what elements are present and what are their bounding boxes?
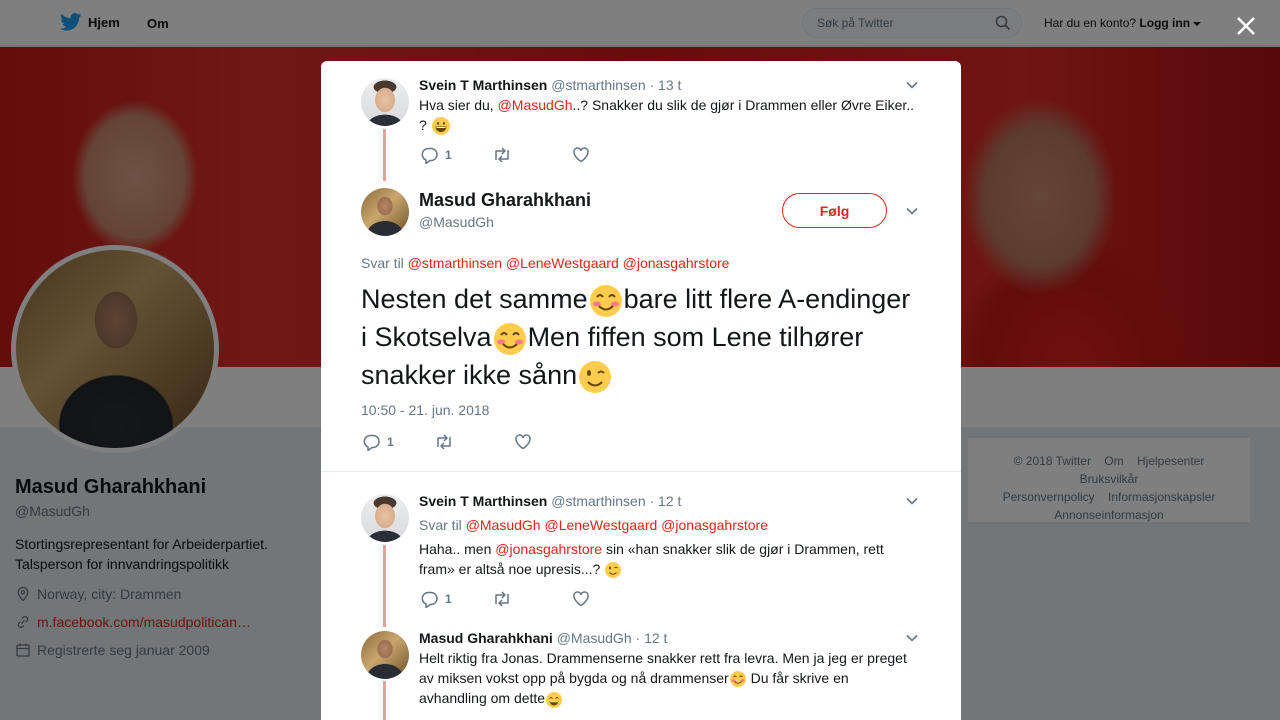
thread-line xyxy=(383,129,386,181)
reply-to-line: Svar til @stmarthinsen @LeneWestgaard @j… xyxy=(361,255,729,271)
reply-to-label: Svar til xyxy=(361,255,404,271)
reply-to-mentions[interactable]: @stmarthinsen @LeneWestgaard @jonasgahrs… xyxy=(408,255,730,271)
avatar[interactable] xyxy=(361,188,409,236)
follow-button[interactable]: Følg xyxy=(782,193,887,228)
retweet-icon[interactable] xyxy=(492,146,512,164)
tweet-header: Svein T Marthinsen @stmarthinsen · 12 t xyxy=(419,493,681,509)
reply-count: 1 xyxy=(445,148,452,162)
smiling-blush-emoji-icon xyxy=(589,284,622,317)
winking-emoji-icon xyxy=(605,562,622,579)
avatar[interactable] xyxy=(361,78,409,126)
tweet-text: Haha.. men @jonasgahrstore sin «han snak… xyxy=(419,539,919,579)
reply-button[interactable]: 1 xyxy=(363,433,394,451)
like-heart-icon[interactable] xyxy=(514,433,532,451)
like-heart-icon[interactable] xyxy=(572,590,590,608)
grinning-smiling-eyes-emoji-icon xyxy=(546,691,563,708)
like-heart-icon[interactable] xyxy=(572,146,590,164)
author-handle[interactable]: @stmarthinsen xyxy=(551,77,645,93)
main-tweet-actions: 1 xyxy=(363,433,532,451)
winking-emoji-icon xyxy=(579,360,612,393)
reply-to-label: Svar til xyxy=(419,517,462,533)
author-name[interactable]: Masud Gharahkhani xyxy=(419,630,553,646)
tweet-header: Svein T Marthinsen @stmarthinsen · 13 t xyxy=(419,77,681,93)
main-tweet-text: Nesten det samme bare litt flere A-ending… xyxy=(361,281,921,395)
mention-link[interactable]: @MasudGh xyxy=(498,97,573,113)
reply-count: 1 xyxy=(445,592,452,606)
close-icon[interactable] xyxy=(1232,12,1260,40)
smiling-blush-emoji-icon xyxy=(729,671,746,688)
main-author-handle[interactable]: @MasudGh xyxy=(419,214,494,230)
tweet-header: Masud Gharahkhani @MasudGh · 12 t xyxy=(419,630,667,646)
chevron-down-icon[interactable] xyxy=(905,78,919,92)
retweet-icon[interactable] xyxy=(434,433,454,451)
thread-line xyxy=(383,681,386,720)
chevron-down-icon[interactable] xyxy=(905,204,919,218)
divider xyxy=(321,471,961,472)
reply-icon xyxy=(421,591,438,608)
tweet-time[interactable]: · 13 t xyxy=(650,77,682,93)
reply-button[interactable]: 1 xyxy=(421,590,452,608)
reply-count: 1 xyxy=(387,435,394,449)
reply-icon xyxy=(421,147,438,164)
tweet-actions: 1 xyxy=(421,146,590,164)
author-name[interactable]: Svein T Marthinsen xyxy=(419,77,547,93)
retweet-icon[interactable] xyxy=(492,590,512,608)
tweet-modal: Svein T Marthinsen @stmarthinsen · 13 t … xyxy=(321,61,961,720)
tweet-actions: 1 xyxy=(421,590,590,608)
reply-icon xyxy=(363,434,380,451)
smiling-blush-emoji-icon xyxy=(493,322,526,355)
main-author-name[interactable]: Masud Gharahkhani xyxy=(419,190,591,211)
reply-to-line: Svar til @MasudGh @LeneWestgaard @jonasg… xyxy=(419,517,768,533)
chevron-down-icon[interactable] xyxy=(905,494,919,508)
avatar[interactable] xyxy=(361,494,409,542)
author-handle[interactable]: @MasudGh xyxy=(557,630,632,646)
tweet-date[interactable]: 10:50 - 21. jun. 2018 xyxy=(361,402,489,418)
tweet-text-part: Hva sier du, xyxy=(419,97,498,113)
tweet-time[interactable]: · 12 t xyxy=(650,493,682,509)
reply-to-mentions[interactable]: @MasudGh @LeneWestgaard @jonasgahrstore xyxy=(466,517,768,533)
author-handle[interactable]: @stmarthinsen xyxy=(551,493,645,509)
chevron-down-icon[interactable] xyxy=(905,631,919,645)
author-name[interactable]: Svein T Marthinsen xyxy=(419,493,547,509)
tweet-time[interactable]: · 12 t xyxy=(636,630,668,646)
tweet-text-part: Haha.. men xyxy=(419,541,496,557)
avatar[interactable] xyxy=(361,631,409,679)
tweet-text: Helt riktig fra Jonas. Drammenserne snak… xyxy=(419,648,919,709)
mention-link[interactable]: @jonasgahrstore xyxy=(495,541,602,557)
thread-line xyxy=(383,545,386,627)
reply-button[interactable]: 1 xyxy=(421,146,452,164)
grinning-emoji-icon xyxy=(431,117,450,136)
main-text-part: Nesten det samme xyxy=(361,284,588,314)
tweet-text: Hva sier du, @MasudGh..? Snakker du slik… xyxy=(419,95,919,136)
